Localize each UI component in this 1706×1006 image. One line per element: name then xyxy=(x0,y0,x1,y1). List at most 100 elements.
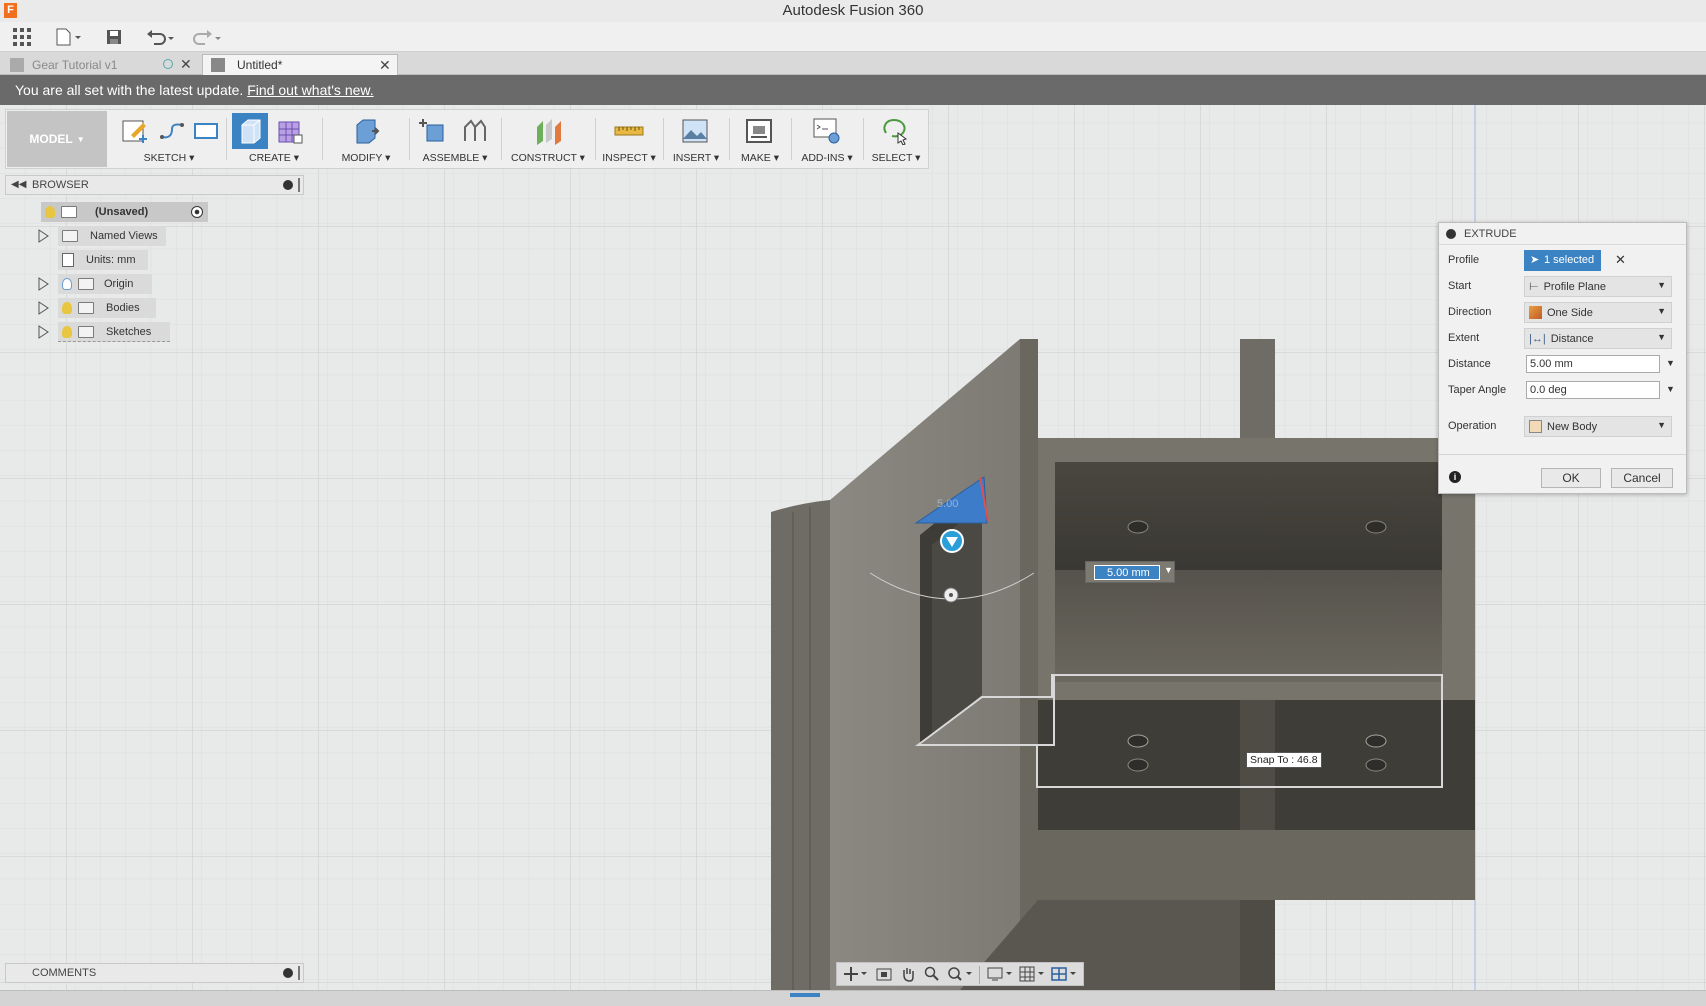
operation-label: Operation xyxy=(1448,420,1497,432)
construct-group[interactable]: CONSTRUCT ▾ xyxy=(503,111,593,167)
pan-hand-icon[interactable] xyxy=(897,965,919,983)
minimize-icon[interactable] xyxy=(283,180,293,190)
comments-panel[interactable]: COMMENTS xyxy=(5,963,304,983)
item-label: Units: mm xyxy=(86,254,136,266)
extrude-dialog: EXTRUDE Profile ➤ 1 selected ✕ Start ⊢ P… xyxy=(1438,222,1687,494)
operation-row: Operation New Body ▼ xyxy=(1439,415,1686,439)
toolbar-divider xyxy=(791,118,792,160)
sketch-group[interactable]: SKETCH ▾ xyxy=(114,111,224,167)
modify-group[interactable]: MODIFY ▾ xyxy=(324,111,408,167)
extrude-dialog-header[interactable]: EXTRUDE xyxy=(1439,223,1686,245)
browser-item-units[interactable]: Units: mm xyxy=(58,250,148,270)
assemble-group[interactable]: ASSEMBLE ▾ xyxy=(411,111,499,167)
visibility-bulb-icon[interactable] xyxy=(62,325,72,338)
save-icon[interactable] xyxy=(103,25,125,49)
undo-icon[interactable] xyxy=(145,25,177,49)
extrude-icon[interactable] xyxy=(232,113,268,149)
item-label: Named Views xyxy=(90,230,158,242)
whats-new-link[interactable]: Find out what's new. xyxy=(247,82,373,98)
browser-item-sketches[interactable]: Sketches xyxy=(38,322,170,342)
browser-item-origin[interactable]: Origin xyxy=(38,274,152,294)
display-settings-icon[interactable] xyxy=(985,965,1015,983)
scripts-icon[interactable] xyxy=(811,115,843,147)
quick-access-toolbar xyxy=(0,22,1706,52)
visibility-bulb-icon[interactable] xyxy=(45,206,55,218)
timeline-marker[interactable] xyxy=(790,993,820,997)
data-panel-grid-icon[interactable] xyxy=(10,25,34,49)
new-component-icon[interactable] xyxy=(417,115,449,147)
add-ins-group[interactable]: ADD-INS ▾ xyxy=(793,111,861,167)
file-menu-icon[interactable] xyxy=(54,25,84,49)
create-sketch-icon[interactable] xyxy=(119,115,151,147)
tab-gear-tutorial[interactable]: Gear Tutorial v1 ✕ xyxy=(2,54,198,75)
collapsed-triangle-icon[interactable] xyxy=(38,277,50,291)
orbit-icon[interactable] xyxy=(841,965,869,983)
browser-item-bodies[interactable]: Bodies xyxy=(38,298,156,318)
expand-plus-icon[interactable] xyxy=(283,968,293,978)
taper-angle-row: Taper Angle 0.0 deg ▼ xyxy=(1439,379,1686,403)
info-icon[interactable]: i xyxy=(1449,471,1461,483)
panel-pin-icon[interactable] xyxy=(298,178,300,192)
named-views-chip: Named Views xyxy=(58,226,166,246)
select-lasso-icon[interactable] xyxy=(879,115,911,147)
close-icon[interactable]: ✕ xyxy=(379,57,391,74)
visibility-bulb-icon[interactable] xyxy=(62,278,72,290)
measure-icon[interactable] xyxy=(613,115,645,147)
make-group[interactable]: MAKE ▾ xyxy=(731,111,789,167)
collapsed-triangle-icon[interactable] xyxy=(38,229,50,243)
collapsed-triangle-icon[interactable] xyxy=(38,325,50,339)
grid-settings-icon[interactable] xyxy=(1017,965,1047,983)
inspect-group[interactable]: INSPECT ▾ xyxy=(597,111,661,167)
insert-image-icon[interactable] xyxy=(679,115,711,147)
fit-zoom-icon[interactable] xyxy=(945,965,975,983)
joint-icon[interactable] xyxy=(459,115,491,147)
construct-group-label: CONSTRUCT ▾ xyxy=(511,152,585,164)
profile-selection-button[interactable]: ➤ 1 selected xyxy=(1524,250,1601,271)
folder-icon xyxy=(62,230,78,242)
item-label: Origin xyxy=(104,278,134,290)
distance-field[interactable]: 5.00 mm xyxy=(1526,355,1660,373)
press-pull-icon[interactable] xyxy=(350,115,382,147)
look-at-icon[interactable] xyxy=(873,965,895,983)
collapsed-triangle-icon[interactable] xyxy=(38,301,50,315)
redo-icon[interactable] xyxy=(190,25,222,49)
chevron-down-icon[interactable]: ▼ xyxy=(1666,384,1675,394)
chevron-down-icon[interactable]: ▼ xyxy=(1164,565,1173,575)
collapse-panel-icon[interactable]: ◀◀ xyxy=(11,176,26,194)
viewports-icon[interactable] xyxy=(1049,965,1079,983)
panel-pin-icon[interactable] xyxy=(298,966,300,980)
app-logo: F xyxy=(4,3,17,18)
offset-plane-icon[interactable] xyxy=(532,115,564,147)
insert-group[interactable]: INSERT ▾ xyxy=(665,111,727,167)
zoom-icon[interactable] xyxy=(921,965,943,983)
extent-dropdown[interactable]: |↔| Distance ▼ xyxy=(1524,328,1672,349)
visibility-bulb-icon[interactable] xyxy=(62,302,72,314)
taper-angle-field[interactable]: 0.0 deg xyxy=(1526,381,1660,399)
start-dropdown[interactable]: ⊢ Profile Plane ▼ xyxy=(1524,276,1672,297)
browser-item-named-views[interactable]: Named Views xyxy=(38,226,166,246)
activate-radio-icon[interactable] xyxy=(191,206,203,218)
toolbar-divider xyxy=(226,118,227,160)
create-group[interactable]: CREATE ▾ xyxy=(228,111,320,167)
cancel-button[interactable]: Cancel xyxy=(1611,468,1673,488)
extent-label: Extent xyxy=(1448,332,1480,344)
workspace-switcher[interactable]: MODEL ▼ xyxy=(7,111,107,167)
close-icon[interactable]: ✕ xyxy=(180,56,192,73)
direction-dropdown[interactable]: One Side ▼ xyxy=(1524,302,1672,323)
tab-untitled[interactable]: Untitled* ✕ xyxy=(202,54,398,75)
operation-dropdown[interactable]: New Body ▼ xyxy=(1524,416,1672,437)
form-icon[interactable] xyxy=(274,115,306,147)
create-group-label: CREATE ▾ xyxy=(248,152,299,164)
ok-button[interactable]: OK xyxy=(1541,468,1601,488)
clear-selection-icon[interactable]: ✕ xyxy=(1615,252,1626,268)
browser-panel-header[interactable]: ◀◀ BROWSER xyxy=(5,175,304,195)
bodies-chip: Bodies xyxy=(58,298,156,318)
collapse-dialog-icon[interactable] xyxy=(1446,229,1456,239)
line-icon[interactable] xyxy=(156,115,188,147)
select-group[interactable]: SELECT ▾ xyxy=(865,111,927,167)
document-tab-bar: Gear Tutorial v1 ✕ Untitled* ✕ xyxy=(0,52,1706,75)
3d-print-icon[interactable] xyxy=(743,115,775,147)
canvas-distance-input[interactable]: 5.00 mm xyxy=(1094,565,1160,580)
chevron-down-icon[interactable]: ▼ xyxy=(1666,358,1675,368)
rectangle-icon[interactable] xyxy=(190,115,222,147)
